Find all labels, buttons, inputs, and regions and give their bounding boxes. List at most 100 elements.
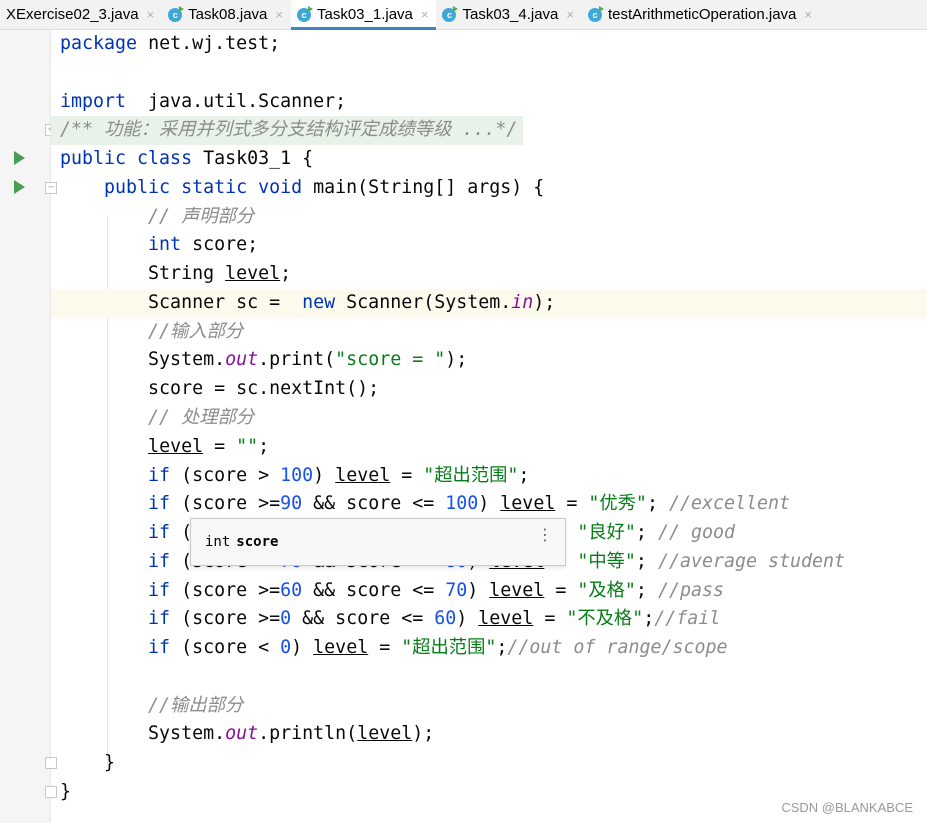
code-token: level [335, 464, 391, 486]
code-token: System. [60, 349, 226, 371]
code-token: System. [60, 723, 226, 745]
code-token: 0 [280, 637, 292, 659]
code-token: level [225, 263, 281, 285]
code-token: ; [258, 435, 270, 457]
code-token: = [203, 435, 237, 457]
tab-1[interactable]: c Task08.java × [162, 0, 291, 29]
tab-0[interactable]: XExercise02_3.java × [0, 0, 162, 29]
code-token: ) [291, 637, 314, 659]
code-token: = [533, 608, 567, 630]
code-line[interactable]: if (score >=0 && score <= 60) level = "不… [51, 605, 927, 634]
code-token: level [357, 723, 413, 745]
code-token: 0 [280, 608, 292, 630]
code-token: "超出范围" [423, 464, 519, 486]
code-line[interactable]: public class Task03_1 { [51, 145, 927, 174]
code-line[interactable]: String level; [51, 260, 927, 289]
code-token: "score = " [335, 349, 446, 371]
code-token: 70 [445, 579, 468, 601]
code-token: 100 [445, 493, 479, 515]
code-line[interactable]: //输入部分 [51, 318, 927, 347]
code-line[interactable]: Scanner sc = new Scanner(System.in); [51, 288, 927, 318]
tab-4[interactable]: c testArithmeticOperation.java × [582, 0, 820, 29]
code-token: = [368, 637, 402, 659]
code-line[interactable]: int score; [51, 231, 927, 260]
close-tab-icon[interactable]: × [421, 7, 429, 22]
code-token: net.wj.test; [148, 33, 281, 54]
code-token: level [500, 493, 556, 515]
code-token: "不及格" [566, 608, 644, 630]
code-token: (score > [181, 464, 281, 486]
code-token: /** 功能：采用并列式多分支结构评定成绩等级 ...*/ [60, 119, 518, 141]
popup-type: int [205, 534, 231, 550]
code-token: //fail [654, 608, 721, 630]
code-token: "优秀" [588, 493, 647, 515]
code-token: ); [412, 723, 435, 745]
code-line[interactable]: if (score < 0) level = "超出范围";//out of r… [51, 634, 927, 663]
code-token: 100 [280, 464, 314, 486]
code-line[interactable]: if (score >=60 && score <= 70) level = "… [51, 577, 927, 606]
code-token: out [225, 349, 259, 371]
code-line[interactable]: if (score > 100) level = "超出范围"; [51, 462, 927, 491]
code-token: 90 [280, 493, 303, 515]
code-token: score = sc.nextInt(); [60, 378, 380, 400]
code-line[interactable]: } [51, 749, 927, 778]
code-line[interactable]: level = ""; [51, 433, 927, 462]
code-token: ; [635, 550, 658, 572]
code-token: out [225, 723, 259, 745]
run-main-icon[interactable] [14, 180, 25, 194]
code-token: && score <= [302, 493, 446, 515]
code-line[interactable]: public static void main(String[] args) { [51, 174, 927, 203]
tab-label: XExercise02_3.java [6, 6, 139, 23]
code-token: "及格" [577, 579, 636, 601]
code-line[interactable] [51, 663, 927, 692]
code-line[interactable]: System.out.print("score = "); [51, 346, 927, 375]
code-token: java.util.Scanner; [137, 90, 347, 112]
code-line[interactable]: if (score >=90 && score <= 100) level = … [51, 490, 927, 519]
code-line[interactable]: // 处理部分 [51, 404, 927, 433]
run-class-icon[interactable] [14, 151, 25, 165]
java-class-icon: c [168, 5, 185, 22]
tab-label: Task08.java [188, 6, 268, 23]
code-token: public static void [60, 176, 314, 198]
code-token: if [60, 579, 182, 601]
close-tab-icon[interactable]: × [804, 7, 812, 22]
java-class-icon: c [296, 5, 313, 22]
tab-label: Task03_4.java [462, 6, 559, 23]
code-token: ; [635, 522, 658, 544]
code-token: .print( [258, 349, 336, 371]
code-token: ; [646, 493, 669, 515]
more-options-icon[interactable]: ⋮ [537, 527, 553, 543]
code-line[interactable] [51, 59, 927, 88]
code-token: //average student [657, 550, 846, 572]
code-token: public class [60, 148, 204, 170]
code-token: .println( [258, 723, 358, 745]
code-line[interactable]: // 声明部分 [51, 203, 927, 232]
code-token: level [489, 579, 545, 601]
code-token: (score >= [181, 608, 281, 630]
code-token: ; [280, 263, 292, 285]
code-token: //out of range/scope [507, 637, 728, 659]
code-line[interactable]: package net.wj.test; [51, 30, 927, 59]
close-tab-icon[interactable]: × [566, 7, 574, 22]
code-token: } [60, 781, 72, 803]
close-tab-icon[interactable]: × [275, 7, 283, 22]
code-line[interactable]: System.out.println(level); [51, 720, 927, 749]
tab-2[interactable]: c Task03_1.java × [290, 0, 437, 30]
close-tab-icon[interactable]: × [147, 7, 155, 22]
code-token: //输出部分 [60, 694, 244, 716]
code-token: main(String[] args) { [313, 176, 545, 198]
code-token: if [60, 637, 182, 659]
code-token: } [60, 752, 116, 774]
code-line[interactable]: import java.util.Scanner; [51, 88, 927, 117]
code-token: "中等" [577, 550, 636, 572]
tab-3[interactable]: c Task03_4.java × [436, 0, 582, 29]
code-editor[interactable]: package net.wj.test; import java.util.Sca… [51, 30, 927, 823]
code-line[interactable]: //输出部分 [51, 692, 927, 721]
code-token: new [302, 291, 347, 313]
code-line[interactable]: score = sc.nextInt(); [51, 375, 927, 404]
code-token: ); [445, 349, 468, 371]
code-token: Task03_1 { [203, 148, 314, 170]
code-token: ) [467, 579, 490, 601]
code-line[interactable]: /** 功能：采用并列式多分支结构评定成绩等级 ...*/ [51, 116, 524, 146]
code-token: (score >= [181, 579, 281, 601]
